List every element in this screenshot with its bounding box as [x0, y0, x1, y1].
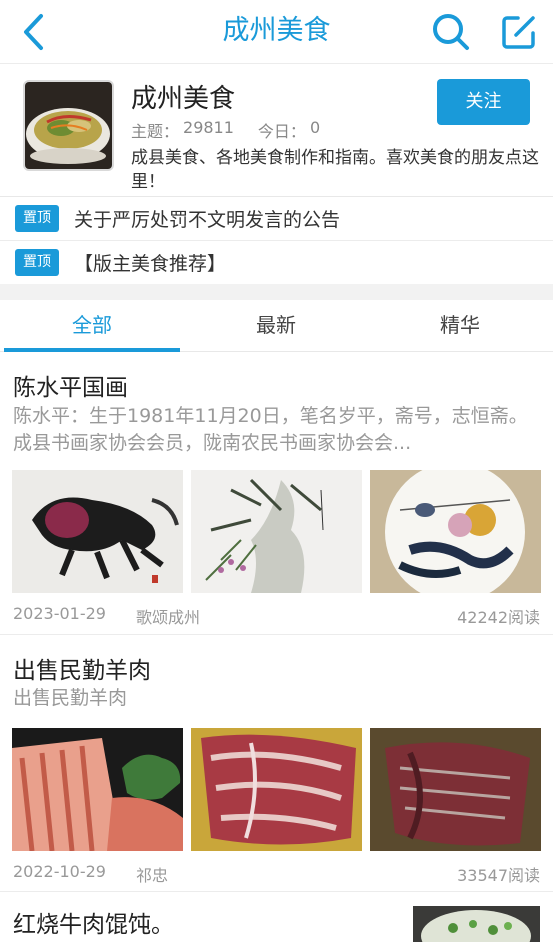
- topics-label: 主题：: [131, 122, 180, 141]
- pinned-post[interactable]: 置顶 关于严厉处罚不文明发言的公告: [0, 197, 553, 241]
- today-label: 今日：: [257, 122, 306, 141]
- tab-bar: 全部 最新 精华: [0, 300, 553, 352]
- post-item[interactable]: 红烧牛肉馄饨。: [0, 893, 553, 942]
- tab-featured[interactable]: 精华: [368, 300, 552, 352]
- follow-button[interactable]: 关注: [437, 79, 530, 125]
- post-image[interactable]: [12, 728, 183, 851]
- new-post-button[interactable]: [496, 10, 542, 54]
- post-item[interactable]: 出售民勤羊肉 出售民勤羊肉 2022-10-29 祁忠 33547阅读: [0, 636, 553, 892]
- forum-info-card: 成州美食 主题： 29811 今日： 0 成县美食、各地美食制作和指南。喜欢美食…: [0, 64, 553, 197]
- topics-count: 29811: [183, 118, 234, 137]
- search-icon: [433, 14, 469, 50]
- post-title: 红烧牛肉馄饨。: [13, 912, 174, 938]
- edit-icon: [502, 16, 535, 49]
- post-image[interactable]: [413, 906, 540, 942]
- pinned-post[interactable]: 置顶 【版主美食推荐】: [0, 241, 553, 285]
- post-image[interactable]: [370, 470, 541, 593]
- post-read-count: 42242阅读: [457, 608, 540, 627]
- post-summary: 出售民勤羊肉: [13, 687, 128, 709]
- post-date: 2022-10-29: [13, 862, 106, 881]
- forum-stats: 主题： 29811 今日： 0: [131, 118, 320, 142]
- post-title: 出售民勤羊肉: [13, 658, 151, 684]
- post-title: 陈水平国画: [13, 375, 128, 401]
- section-divider: [0, 284, 553, 300]
- post-image[interactable]: [12, 470, 183, 593]
- post-image[interactable]: [191, 470, 362, 593]
- tab-latest[interactable]: 最新: [184, 300, 368, 352]
- pinned-post-title: 【版主美食推荐】: [74, 253, 227, 275]
- pinned-badge: 置顶: [15, 205, 59, 232]
- post-date: 2023-01-29: [13, 604, 106, 623]
- search-button[interactable]: [428, 10, 474, 54]
- post-item[interactable]: 陈水平国画 陈水平：生于1981年11月20日，笔名岁平，斋号，志恒斋。成县书画…: [0, 353, 553, 635]
- post-summary: 陈水平：生于1981年11月20日，笔名岁平，斋号，志恒斋。成县书画家协会会员，…: [13, 405, 528, 454]
- forum-name: 成州美食: [131, 84, 236, 114]
- post-image[interactable]: [191, 728, 362, 851]
- forum-thumbnail: [23, 80, 114, 171]
- top-nav-bar: 成州美食: [0, 0, 553, 64]
- pinned-post-title: 关于严厉处罚不文明发言的公告: [74, 209, 341, 231]
- forum-description: 成县美食、各地美食制作和指南。喜欢美食的朋友点这里！: [131, 148, 539, 192]
- post-author[interactable]: 歌颂成州: [136, 604, 200, 628]
- post-read-count: 33547阅读: [457, 866, 540, 885]
- tab-all[interactable]: 全部: [0, 300, 184, 352]
- post-author[interactable]: 祁忠: [136, 862, 168, 886]
- today-count: 0: [309, 118, 321, 137]
- pinned-badge: 置顶: [15, 249, 59, 276]
- post-image[interactable]: [370, 728, 541, 851]
